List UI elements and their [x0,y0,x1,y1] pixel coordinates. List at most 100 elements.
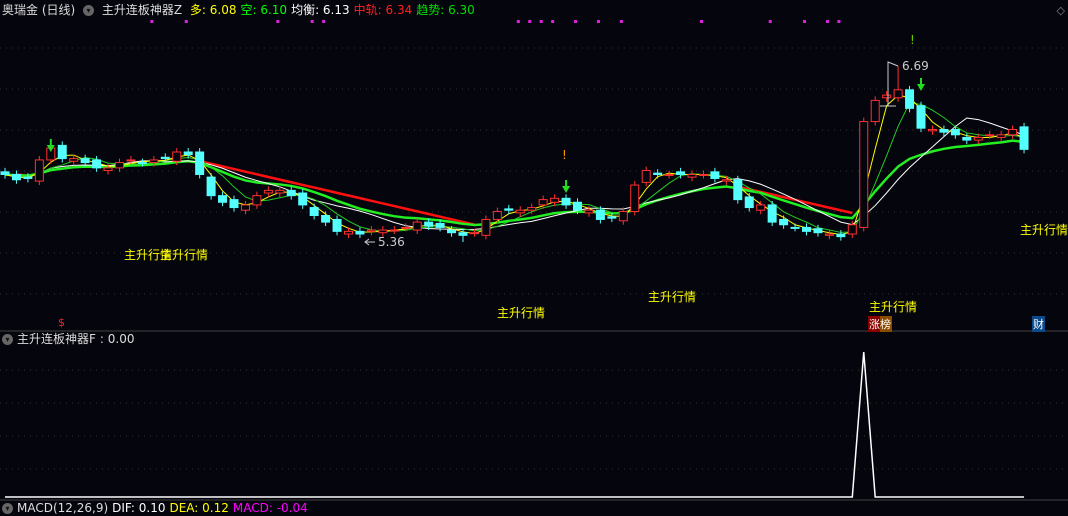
candle-down [309,207,319,216]
candle-up [252,195,262,206]
candle-down [962,136,972,141]
signal-dot [276,20,280,23]
candle-up [698,173,708,176]
signal-dot [825,20,829,23]
candle-up [263,189,273,194]
candle-up [664,173,674,176]
alert-mark: ! [910,33,915,47]
header-value-4: 趋势: 6.30 [416,3,475,17]
candle-down [160,156,170,160]
candle-up [847,224,857,235]
candle-up [996,134,1006,138]
main-header: 奥瑞金 (日线) ▾ 主升连板神器Z 多: 6.08 空: 6.10 均衡: 6.1… [2,3,483,17]
signal-dot [619,20,623,23]
candle-up [515,209,525,214]
candle-down [950,129,960,136]
candle-up [389,229,399,232]
candle-down [23,176,33,179]
candle-up [401,226,411,229]
signal-dot [768,20,772,23]
candle-down [607,216,617,219]
signal-dot [803,20,807,23]
candle-down [321,214,331,223]
ma-line-green [4,102,1025,233]
candle-down [595,209,605,220]
header-value-2: 均衡: 6.13 [291,3,350,17]
candle-down [744,196,754,209]
candle-up [527,207,537,211]
candle-down [767,204,777,223]
macd-dea: DEA: 0.12 [169,501,229,515]
signal-dot [596,20,600,23]
ma-line-white [4,117,1025,231]
candle-up [115,162,124,169]
candle-up [824,233,834,236]
candle-up [378,229,388,234]
candle-up [492,211,502,220]
macd-dif: DIF: 0.10 [112,501,166,515]
signal-dot [184,20,188,23]
macd-name: MACD(12,26,9) [17,501,109,515]
candle-down [733,179,743,201]
signal-dot [150,20,154,23]
candle-up [538,199,548,206]
candle-down [332,218,342,232]
candle-down [447,229,457,234]
candle-up [584,209,594,214]
candle-down [435,222,445,228]
candle-up [103,167,113,172]
candle-down [0,171,10,175]
candle-down [458,232,468,236]
low-pointer-icon [364,238,375,246]
signal-label: 主升行情 [160,248,209,262]
candle-down [229,199,239,209]
stock-title: 奥瑞金 (日线) [2,3,76,17]
candle-up [641,170,651,183]
candle-down [710,171,720,179]
indicator-menu-icon[interactable]: ▾ [2,334,13,345]
indicator-menu-icon[interactable]: ▾ [83,5,95,16]
signal-label: 主升行情 [497,306,546,320]
candle-up [412,221,422,231]
signal-label: 主升行情 [869,300,918,314]
candle-down [779,218,789,226]
candle-up [630,184,640,213]
candle-up [344,230,353,235]
candle-up [149,159,159,164]
signal-dot [551,20,555,23]
candle-up [985,134,995,137]
candle-down [561,197,571,206]
candle-up [550,197,560,203]
candle-up [687,173,697,178]
candle-up [469,232,479,235]
indicator-menu-icon[interactable]: ▾ [2,503,13,514]
candle-down [92,159,102,169]
candle-down [790,226,800,229]
sub-indicator-line [5,351,1025,498]
candle-up [34,159,44,182]
candle-up [859,121,869,228]
zhangbang-tag[interactable]: 涨榜 [868,316,892,332]
candle-down [836,233,846,238]
candle-up [756,204,766,211]
header-value-0: 多: 6.08 [189,3,237,17]
candle-up [721,179,731,182]
candle-up [1008,129,1018,136]
candle-down [813,228,823,234]
macd-header: ▾ MACD(12,26,9) DIF: 0.10 DEA: 0.12 MACD: -0… [2,501,312,515]
candle-down [137,162,147,165]
candle-up [275,189,285,194]
indicator-name: 主升连板神器Z [101,3,183,17]
candle-down [11,173,21,181]
diamond-icon[interactable]: ◇ [1057,4,1065,17]
cai-tag[interactable]: 财 [1032,316,1045,332]
candle-down [298,192,308,206]
candle-up [870,99,880,123]
sub-indicator-name: 主升连板神器F [17,332,96,346]
signal-dot [539,20,543,23]
candle-down [802,226,811,232]
alert-mark: ! [562,148,567,162]
signal-dot [574,20,578,23]
signal-label: 主升行情 [1020,223,1068,237]
candle-down [183,151,193,156]
